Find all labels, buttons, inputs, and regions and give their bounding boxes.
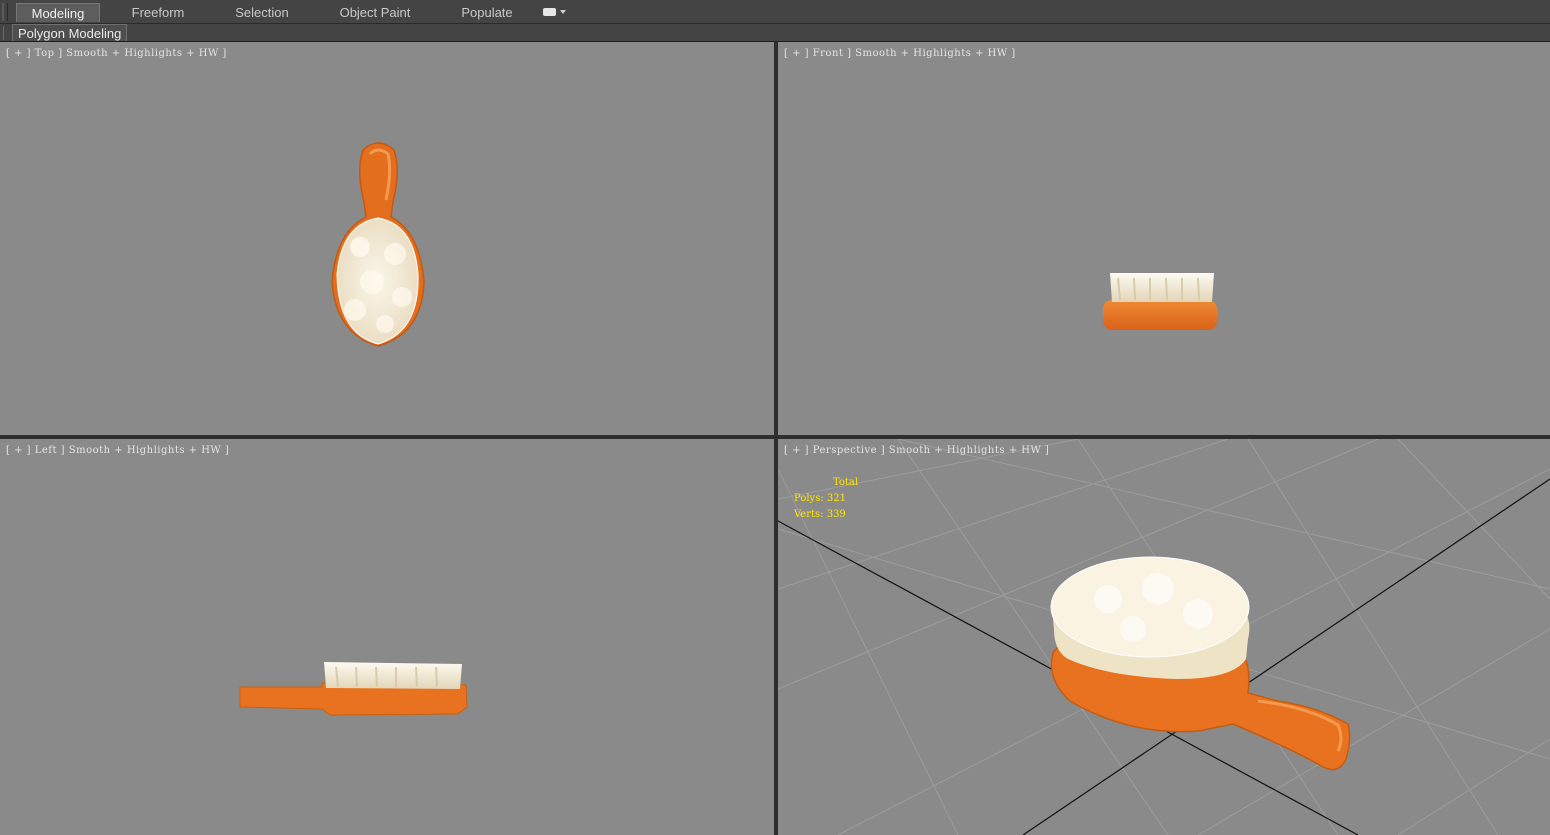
ribbon-grip[interactable] — [2, 3, 8, 21]
polygon-modeling-panel-tab[interactable]: Polygon Modeling — [12, 24, 128, 41]
stats-polys: Polys: 321 — [794, 493, 846, 504]
tab-populate[interactable]: Populate — [452, 3, 522, 22]
ribbon-bar: Modeling Freeform Selection Object Paint… — [0, 0, 1550, 24]
stats-total-label: Total — [833, 477, 859, 488]
bristle-top-perspective — [1050, 556, 1250, 658]
stats-verts: Verts: 339 — [794, 509, 846, 520]
brush-front-view — [1103, 273, 1217, 330]
ribbon-options-icon — [543, 8, 556, 16]
perspective-grid — [778, 439, 1550, 835]
viewport-perspective-label[interactable]: [ + ] Perspective ] Smooth + Highlights … — [784, 445, 1049, 456]
tab-modeling[interactable]: Modeling — [16, 3, 100, 22]
viewport-top[interactable]: [ + ] Top ] Smooth + Highlights + HW ] — [0, 42, 774, 435]
stats-overlay: Total Polys: 321 Verts: 339 — [794, 475, 858, 523]
ribbon-options-dropdown[interactable] — [543, 6, 567, 18]
tab-object-paint[interactable]: Object Paint — [330, 3, 420, 22]
viewport-left[interactable]: [ + ] Left ] Smooth + Highlights + HW ] — [0, 439, 774, 835]
brush-base-front — [1103, 300, 1217, 330]
brush-left-view — [239, 662, 468, 716]
subpanel-grip[interactable] — [3, 26, 9, 40]
chevron-down-icon — [560, 10, 566, 14]
viewport-front[interactable]: [ + ] Front ] Smooth + Highlights + HW ] — [778, 42, 1550, 435]
brush-bristles-left — [324, 662, 462, 689]
brush-top-view — [331, 142, 425, 347]
viewport-divider-horizontal[interactable] — [0, 435, 1550, 439]
viewport-perspective[interactable]: [ + ] Perspective ] Smooth + Highlights … — [778, 439, 1550, 835]
tab-selection[interactable]: Selection — [222, 3, 302, 22]
ribbon-subpanel: Polygon Modeling — [0, 24, 1550, 42]
tab-freeform[interactable]: Freeform — [118, 3, 198, 22]
